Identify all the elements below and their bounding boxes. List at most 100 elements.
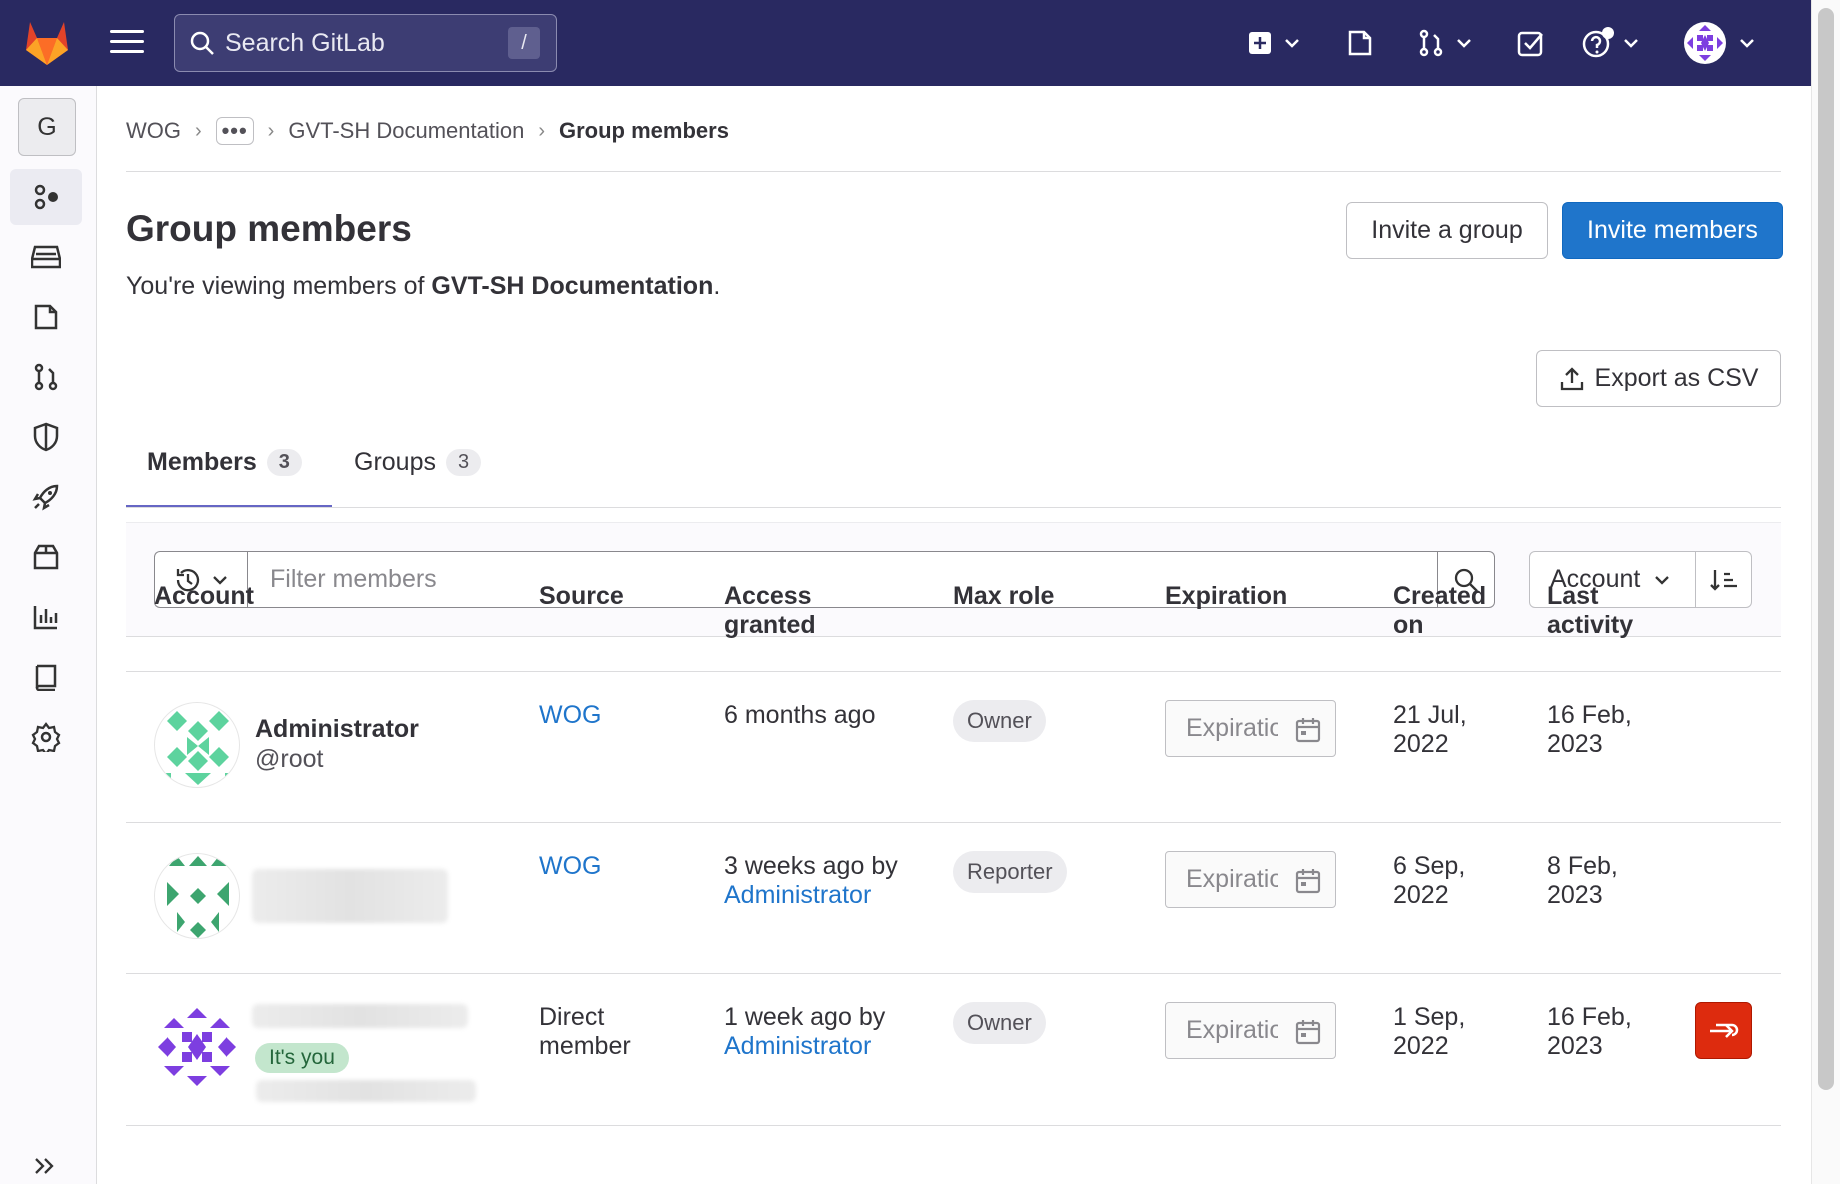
leave-group-button[interactable]	[1695, 1002, 1752, 1059]
tab-label: Groups	[354, 447, 436, 476]
issues-nav-button[interactable]	[1347, 22, 1373, 64]
column-header-max-role[interactable]: Max role	[953, 582, 1054, 611]
subtitle-prefix: You're viewing members of	[126, 272, 432, 300]
invite-members-button[interactable]: Invite members	[1562, 202, 1783, 259]
create-new-button[interactable]	[1248, 22, 1300, 64]
source-text: Direct member	[539, 1003, 631, 1060]
chevron-down-icon	[1740, 39, 1754, 48]
sidebar-item-wiki[interactable]	[10, 649, 82, 705]
group-avatar[interactable]: G	[18, 98, 76, 156]
issues-icon	[1348, 30, 1372, 56]
member-avatar[interactable]	[154, 853, 240, 939]
expiration-placeholder: Expiration	[1186, 714, 1278, 742]
sidebar-item-issues[interactable]	[10, 229, 82, 285]
access-granted-time: 3 weeks ago by	[724, 852, 898, 880]
table-row: It's you Direct member 1 week ago by Adm…	[126, 973, 1781, 1126]
chevron-down-icon	[1624, 39, 1638, 48]
column-header-last-activity[interactable]: Last activity	[1547, 582, 1657, 640]
chevron-down-icon	[1285, 39, 1299, 48]
table-row: Administrator @root WOG 6 months ago Own…	[126, 671, 1781, 822]
table-row: WOG 3 weeks ago by Administrator Reporte…	[126, 822, 1781, 973]
subtitle-suffix: .	[713, 272, 721, 300]
search-icon	[190, 31, 214, 55]
filter-bar: Account	[126, 522, 1781, 637]
search-shortcut-key: /	[508, 27, 540, 59]
member-avatar[interactable]	[154, 1004, 240, 1090]
granted-by-link[interactable]: Administrator	[724, 1032, 871, 1060]
package-icon	[33, 544, 59, 570]
expiration-placeholder: Expiration	[1186, 865, 1278, 893]
main-menu-button[interactable]	[110, 30, 144, 56]
last-activity-date: 8 Feb, 2023	[1547, 852, 1618, 909]
redacted-member-name	[252, 869, 448, 923]
group-overview-icon	[34, 184, 58, 210]
breadcrumb-current[interactable]: Group members	[559, 118, 729, 144]
role-badge[interactable]: Reporter	[953, 851, 1067, 893]
tab-members[interactable]: Members 3	[126, 416, 332, 508]
tab-count-badge: 3	[445, 448, 482, 476]
source-link[interactable]: WOG	[539, 701, 602, 730]
sidebar-item-group-overview[interactable]	[10, 169, 82, 225]
merge-requests-nav-button[interactable]	[1418, 22, 1472, 64]
created-on-date: 6 Sep, 2022	[1393, 852, 1466, 909]
sort-ascending-icon	[1709, 569, 1737, 591]
sidebar-item-deployments[interactable]	[10, 469, 82, 525]
members-tabs: Members 3 Groups 3	[126, 416, 1781, 508]
member-name[interactable]: Administrator	[255, 715, 419, 744]
source-link[interactable]: WOG	[539, 852, 602, 881]
redacted-member-name	[252, 1004, 468, 1028]
column-header-source[interactable]: Source	[539, 582, 624, 611]
column-header-created-on[interactable]: Created on	[1393, 582, 1503, 640]
expiration-date-field[interactable]: Expiration	[1165, 1002, 1336, 1059]
scrollbar-thumb[interactable]	[1818, 8, 1834, 1090]
column-header-account[interactable]: Account	[154, 582, 254, 611]
search-placeholder: Search GitLab	[225, 28, 385, 57]
expiration-date-field[interactable]: Expiration	[1165, 700, 1336, 757]
identicon-avatar	[167, 856, 229, 938]
calendar-icon	[1295, 1020, 1321, 1045]
sidebar-item-settings[interactable]	[10, 709, 82, 765]
sidebar-item-packages[interactable]	[10, 529, 82, 585]
tabs-divider	[126, 507, 1781, 508]
sidebar-item-merge[interactable]	[10, 349, 82, 405]
tab-groups[interactable]: Groups 3	[354, 416, 482, 508]
gear-icon	[31, 722, 61, 752]
member-avatar[interactable]	[154, 702, 240, 788]
user-menu-button[interactable]	[1683, 22, 1755, 64]
breadcrumb-item-gvt-sh-documentation[interactable]: GVT-SH Documentation	[288, 118, 524, 144]
breadcrumb-collapsed-button[interactable]: •••	[215, 117, 254, 145]
calendar-icon	[1295, 869, 1321, 894]
column-header-expiration[interactable]: Expiration	[1165, 582, 1287, 611]
sidebar-item-merge-requests[interactable]	[10, 289, 82, 345]
expand-sidebar-button[interactable]	[32, 1156, 56, 1181]
help-question-icon	[1582, 27, 1614, 58]
page-subtitle: You're viewing members of GVT-SH Documen…	[126, 272, 720, 301]
created-on-date: 1 Sep, 2022	[1393, 1003, 1466, 1060]
sidebar-item-security[interactable]	[10, 409, 82, 465]
identicon-avatar	[159, 711, 237, 785]
role-badge[interactable]: Owner	[953, 700, 1046, 742]
breadcrumb: WOG › ••• › GVT-SH Documentation › Group…	[126, 116, 729, 146]
invite-group-button[interactable]: Invite a group	[1346, 202, 1548, 259]
its-you-badge: It's you	[255, 1043, 349, 1073]
export-csv-label: Export as CSV	[1594, 364, 1759, 392]
search-box[interactable]: Search GitLab /	[174, 14, 557, 72]
role-badge[interactable]: Owner	[953, 1002, 1046, 1044]
granted-by-link[interactable]: Administrator	[724, 881, 871, 909]
sort-direction-button[interactable]	[1696, 551, 1752, 608]
identicon-avatar	[154, 1004, 240, 1090]
top-navigation-bar: Search GitLab /	[0, 0, 1811, 86]
gitlab-logo[interactable]	[22, 20, 72, 66]
breadcrumb-item-wog[interactable]: WOG	[126, 118, 181, 144]
expiration-date-field[interactable]: Expiration	[1165, 851, 1336, 908]
todos-nav-button[interactable]	[1517, 22, 1545, 64]
expiration-placeholder: Expiration	[1186, 1016, 1278, 1044]
export-csv-button[interactable]: Export as CSV	[1536, 350, 1781, 407]
left-sidebar: G	[0, 86, 97, 1184]
page-scrollbar[interactable]	[1811, 0, 1840, 1184]
column-header-access-granted[interactable]: Access granted	[724, 582, 834, 640]
sidebar-item-analytics[interactable]	[10, 589, 82, 645]
merge-request-icon	[1419, 29, 1443, 57]
help-button[interactable]	[1581, 22, 1639, 64]
member-username: @root	[255, 745, 324, 773]
